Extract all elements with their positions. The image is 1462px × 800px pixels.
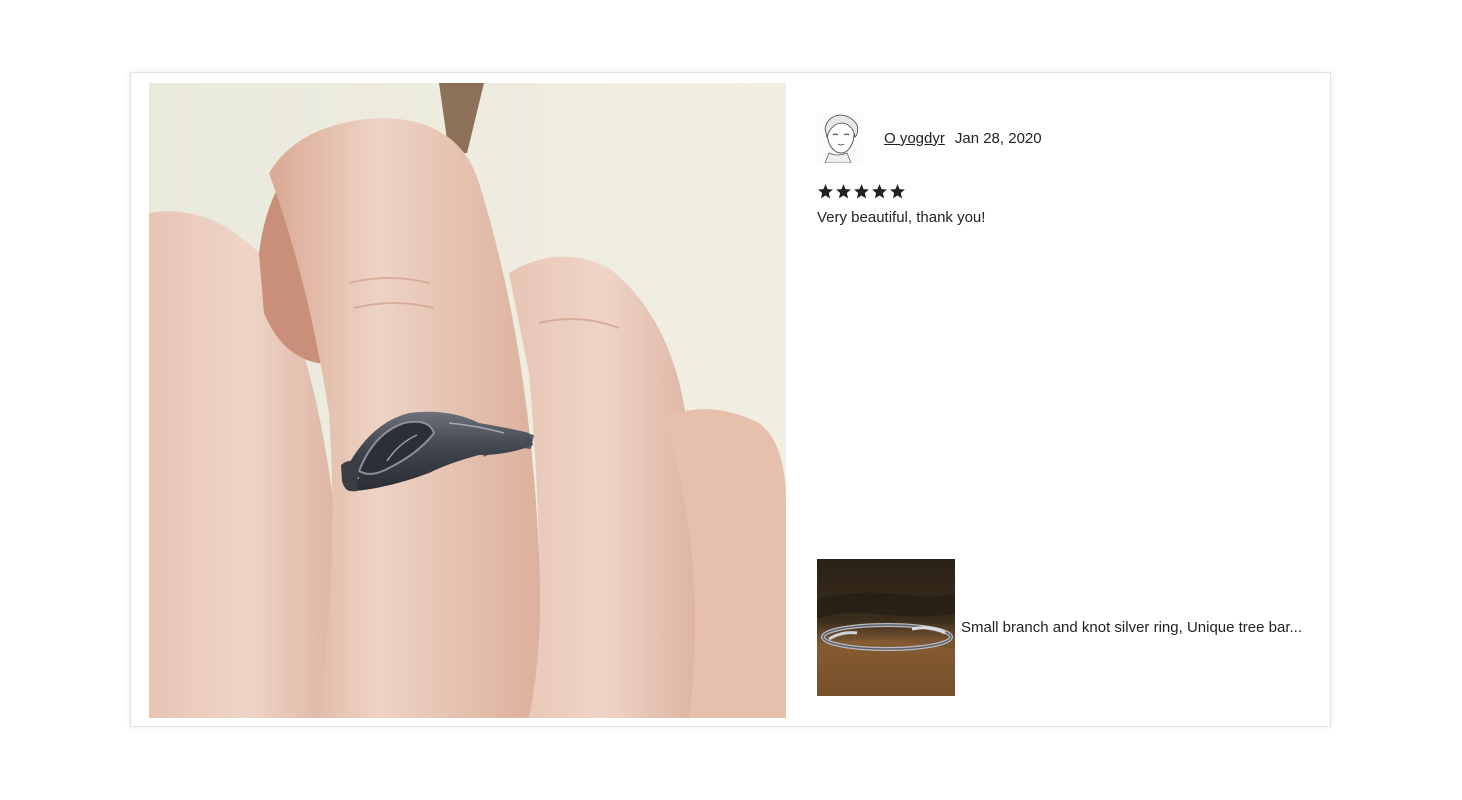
product-thumbnail[interactable] [817,559,955,696]
star-icon [818,184,833,199]
star-rating [817,183,1317,200]
star-icon [836,184,851,199]
product-title[interactable]: Small branch and knot silver ring, Uniqu… [961,619,1302,636]
star-icon [872,184,887,199]
review-date: Jan 28, 2020 [954,129,1042,147]
reviewer-name-link[interactable]: O yogdyr [884,130,945,147]
review-modal: O yogdyr Jan 28, 2020 Very beautiful, th… [130,72,1331,727]
star-icon [890,184,905,199]
reviewer-header: O yogdyr Jan 28, 2020 [817,113,1317,163]
reviewer-avatar[interactable] [817,113,863,163]
review-details: O yogdyr Jan 28, 2020 Very beautiful, th… [817,113,1317,226]
star-icon [854,184,869,199]
review-photo [149,83,786,718]
review-text: Very beautiful, thank you! [817,209,986,226]
product-link[interactable]: Small branch and knot silver ring, Uniqu… [817,559,1302,696]
